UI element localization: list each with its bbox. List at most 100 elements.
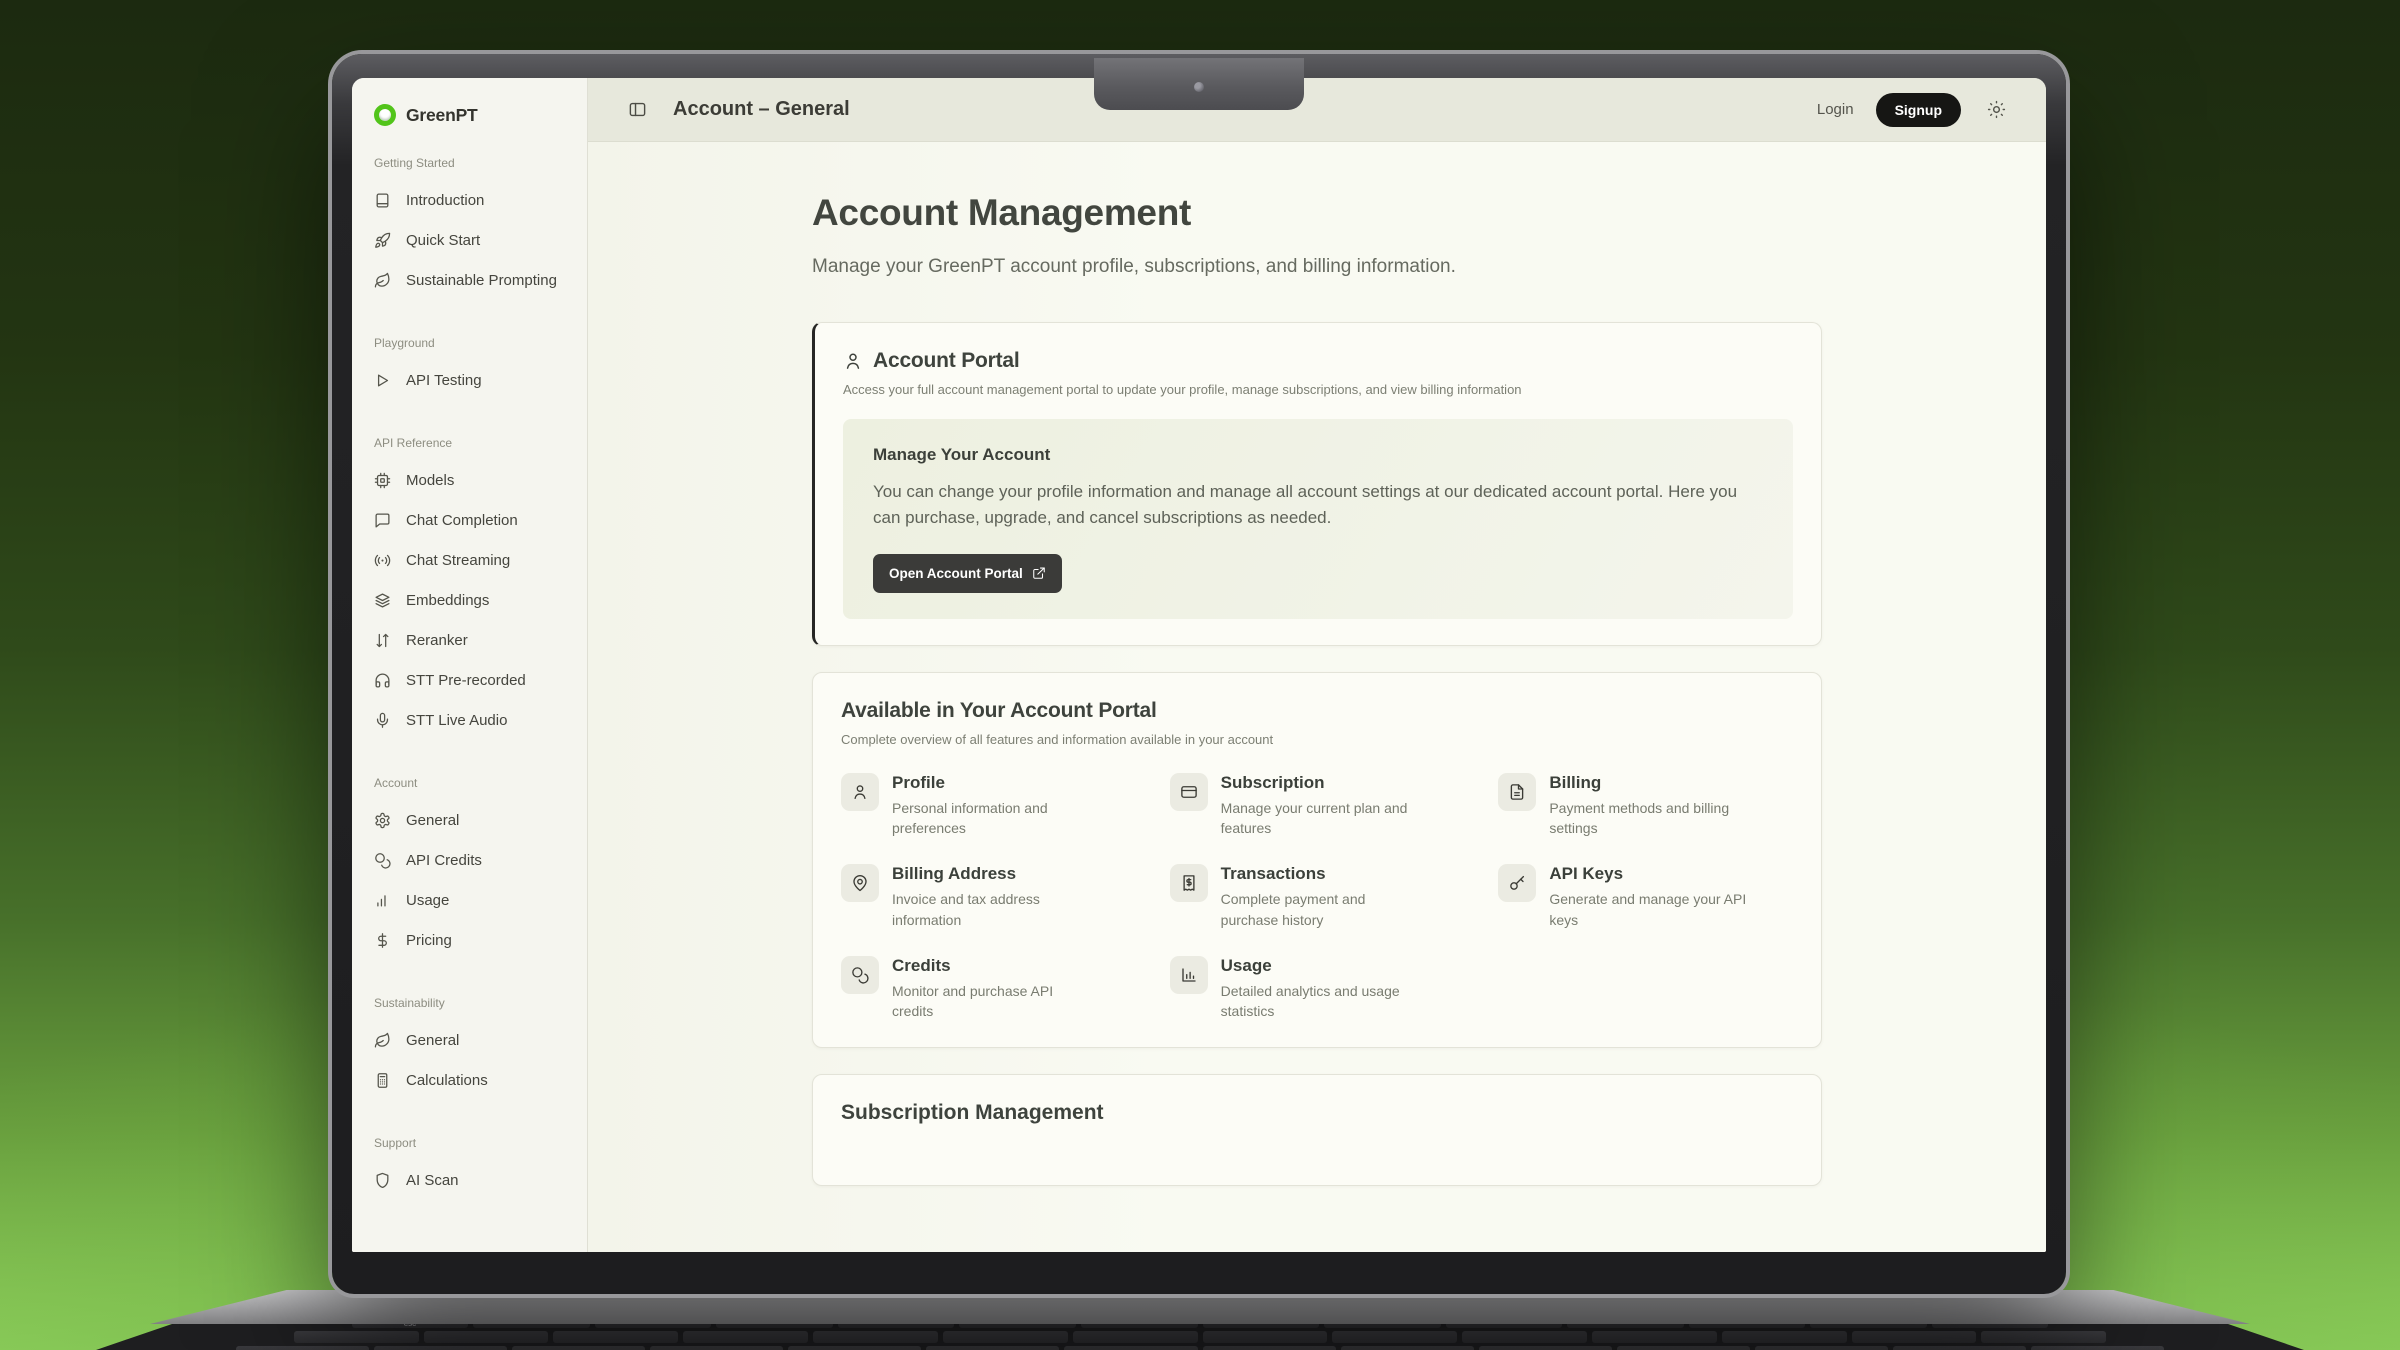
sidebar-item-calculations[interactable]: Calculations [374, 1060, 567, 1100]
keyboard-key [294, 1331, 419, 1343]
content-column: Account Management Manage your GreenPT a… [812, 192, 1822, 1186]
keyboard-key [1981, 1331, 2106, 1343]
layers-icon [374, 592, 391, 609]
sidebar-item-introduction[interactable]: Introduction [374, 180, 567, 220]
sidebar-item-pricing[interactable]: Pricing [374, 920, 567, 960]
page-subtitle: Manage your GreenPT account profile, sub… [812, 256, 1822, 278]
feature-title: Transactions [1221, 864, 1426, 884]
keyboard-key [512, 1346, 645, 1350]
account-portal-title: Account Portal [873, 349, 1020, 373]
sidebar-item-label: Models [406, 472, 454, 489]
sidebar-item-label: Calculations [406, 1072, 488, 1089]
sidebar-item-general[interactable]: General [374, 800, 567, 840]
keyboard-key [788, 1346, 921, 1350]
feature-icon-tile [1170, 956, 1208, 994]
feature-icon-tile [1498, 773, 1536, 811]
sidebar-item-quick-start[interactable]: Quick Start [374, 220, 567, 260]
sidebar-item-chat-completion[interactable]: Chat Completion [374, 500, 567, 540]
open-account-portal-button[interactable]: Open Account Portal [873, 554, 1062, 593]
theme-toggle-button[interactable] [1987, 100, 2006, 119]
coins-icon [374, 852, 391, 869]
sidebar-item-stt-live-audio[interactable]: STT Live Audio [374, 700, 567, 740]
feature-description: Personal information and preferences [892, 798, 1097, 839]
sidebar-item-embeddings[interactable]: Embeddings [374, 580, 567, 620]
manage-account-body: You can change your profile information … [873, 479, 1753, 532]
feature-text: CreditsMonitor and purchase API credits [892, 956, 1097, 1022]
sidebar-item-general[interactable]: General [374, 1020, 567, 1060]
calculator-icon [374, 1072, 391, 1089]
brand-logo[interactable]: GreenPT [374, 104, 567, 126]
sidebar-item-sustainable-prompting[interactable]: Sustainable Prompting [374, 260, 567, 300]
sidebar-item-api-testing[interactable]: API Testing [374, 360, 567, 400]
sidebar-item-ai-scan[interactable]: AI Scan [374, 1160, 567, 1200]
rocket-icon [374, 232, 391, 249]
sidebar-item-label: Usage [406, 892, 449, 909]
sidebar-item-label: STT Live Audio [406, 712, 507, 729]
key-icon [1508, 874, 1526, 892]
headphones-icon [374, 672, 391, 689]
sidebar-item-usage[interactable]: Usage [374, 880, 567, 920]
sidebar-item-label: Pricing [406, 932, 452, 949]
sidebar-section-label: Playground [374, 336, 567, 350]
feature-title: Billing [1549, 773, 1754, 793]
sidebar-item-label: Embeddings [406, 592, 489, 609]
screen-right: Account – General Login Signup Account M… [588, 78, 2046, 1252]
login-link[interactable]: Login [1817, 101, 1854, 118]
mic-icon [374, 712, 391, 729]
feature-text: Profile Personal information and preferen… [892, 773, 1097, 839]
sidebar-item-label: AI Scan [406, 1172, 459, 1189]
brand-logo-icon [374, 104, 396, 126]
feature-text: BillingPayment methods and billing setti… [1549, 773, 1754, 839]
play-icon [374, 372, 391, 389]
feature-description: Detailed analytics and usage statistics [1221, 981, 1426, 1022]
open-account-portal-label: Open Account Portal [889, 566, 1023, 581]
topbar: Account – General Login Signup [588, 78, 2046, 142]
keyboard-key [1722, 1331, 1847, 1343]
sidebar-item-label: Chat Completion [406, 512, 518, 529]
sidebar-item-label: STT Pre-recorded [406, 672, 526, 689]
keyboard-key [1073, 1331, 1198, 1343]
keyboard-key [1341, 1346, 1474, 1350]
sidebar-item-api-credits[interactable]: API Credits [374, 840, 567, 880]
feature-icon-tile [1170, 773, 1208, 811]
dollar-icon [374, 932, 391, 949]
laptop-screen-frame: GreenPT Getting Started Introduction Quick… [332, 54, 2066, 1294]
user-icon [843, 351, 863, 371]
sidebar-section-sustainability: SustainabilityGeneralCalculations [374, 996, 567, 1100]
keyboard-key [374, 1346, 507, 1350]
sidebar-item-label: Reranker [406, 632, 468, 649]
keyboard-key [1064, 1346, 1197, 1350]
sidebar-section-label: Account [374, 776, 567, 790]
keyboard-key [1462, 1331, 1587, 1343]
keyboard-key [943, 1331, 1068, 1343]
shield-icon [374, 1172, 391, 1189]
feature-item-transactions: TransactionsComplete payment and purchas… [1170, 864, 1465, 930]
feature-title: Billing Address [892, 864, 1097, 884]
sidebar-item-label: Chat Streaming [406, 552, 510, 569]
sidebar-item-label: API Testing [406, 372, 482, 389]
sidebar-section-label: Getting Started [374, 156, 567, 170]
sidebar-item-models[interactable]: Models [374, 460, 567, 500]
account-portal-description: Access your full account management port… [843, 382, 1793, 397]
sidebar-item-stt-pre-recorded[interactable]: STT Pre-recorded [374, 660, 567, 700]
main-content[interactable]: Account Management Manage your GreenPT a… [588, 142, 2046, 1252]
sidebar-toggle-button[interactable] [628, 100, 647, 119]
feature-title: Profile [892, 773, 1097, 793]
sidebar-item-label: Introduction [406, 192, 484, 209]
feature-item-credits: CreditsMonitor and purchase API credits [841, 956, 1136, 1022]
sidebar-item-reranker[interactable]: Reranker [374, 620, 567, 660]
keyboard-key [1852, 1331, 1977, 1343]
feature-item-usage: UsageDetailed analytics and usage statis… [1170, 956, 1465, 1022]
sidebar-nav: Getting Started Introduction Quick StartSu… [374, 156, 567, 1200]
broadcast-icon [374, 552, 391, 569]
signup-button[interactable]: Signup [1876, 93, 1961, 127]
feature-item-billing: BillingPayment methods and billing setti… [1498, 773, 1793, 839]
leaf-icon [374, 1032, 391, 1049]
feature-title: Subscription [1221, 773, 1426, 793]
sidebar-item-chat-streaming[interactable]: Chat Streaming [374, 540, 567, 580]
invoice-icon [1508, 783, 1526, 801]
receipt-icon [1180, 874, 1198, 892]
features-card: Available in Your Account Portal Complet… [812, 672, 1822, 1049]
feature-text: UsageDetailed analytics and usage statis… [1221, 956, 1426, 1022]
screen: GreenPT Getting Started Introduction Quick… [352, 78, 2046, 1252]
